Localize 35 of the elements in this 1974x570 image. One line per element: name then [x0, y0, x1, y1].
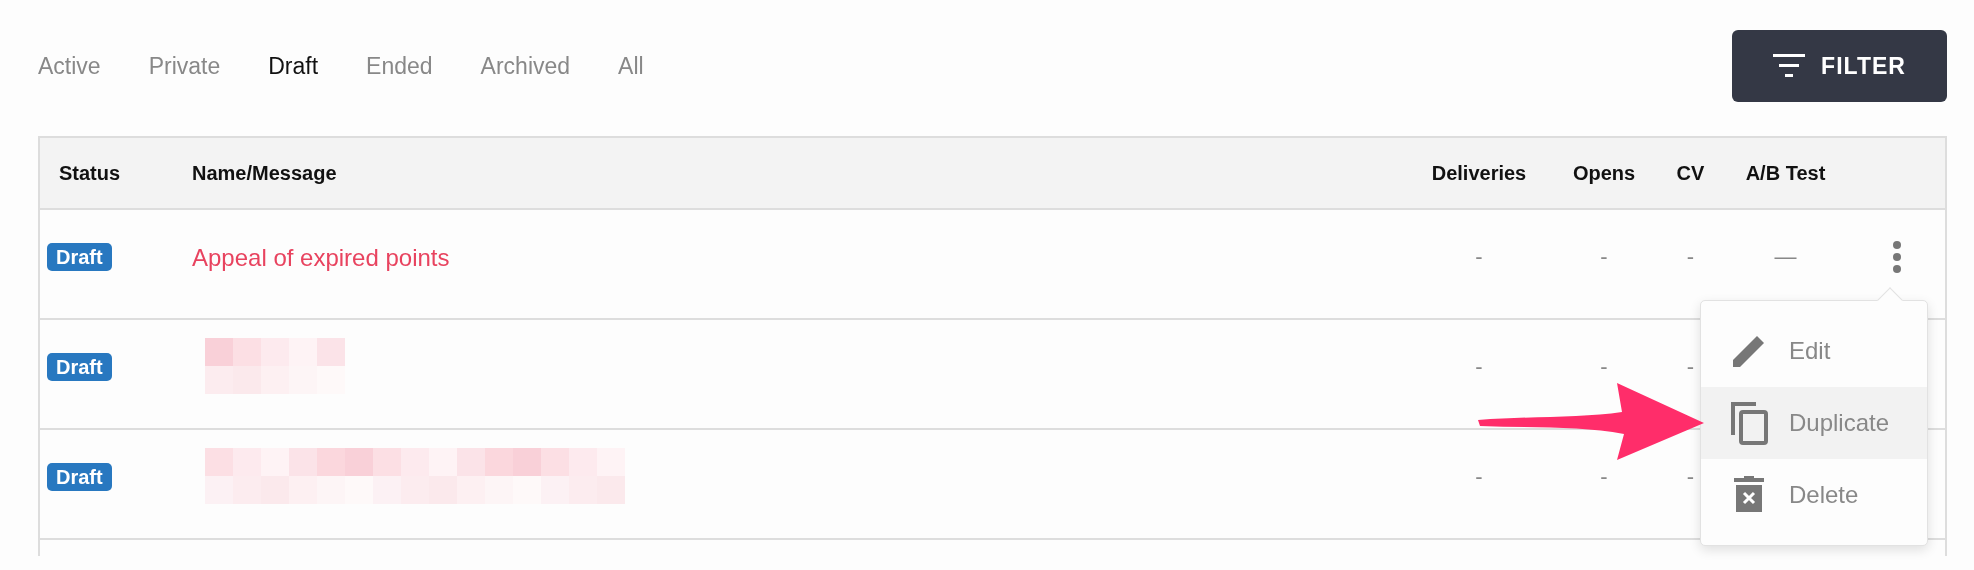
- menu-item[interactable]: Duplicate: [1701, 387, 1927, 459]
- filter-tab[interactable]: Archived: [480, 48, 571, 84]
- metric-value: -: [1475, 354, 1483, 379]
- campaign-name-link[interactable]: Appeal of expired points: [192, 244, 450, 271]
- filter-tab[interactable]: Ended: [366, 48, 433, 84]
- metric-value: —: [1774, 244, 1797, 269]
- metric-value: -: [1686, 464, 1695, 489]
- metric-value: -: [1475, 464, 1483, 489]
- metric-value: -: [1600, 354, 1608, 379]
- metric-value: -: [1686, 354, 1695, 379]
- copy-icon: [1730, 401, 1768, 445]
- filter-tab[interactable]: Private: [148, 48, 221, 84]
- column-header: A/B Test: [1745, 162, 1826, 184]
- filter-tab[interactable]: All: [618, 48, 644, 84]
- trash-icon: [1734, 476, 1764, 514]
- menu-item[interactable]: Edit: [1701, 315, 1927, 387]
- status-label: Draft: [47, 243, 112, 271]
- column-header: Opens: [1572, 162, 1636, 184]
- column-header: Name/Message: [192, 162, 337, 184]
- column-header: Deliveries: [1431, 162, 1527, 184]
- pencil-icon: [1731, 333, 1767, 369]
- status-label: Draft: [47, 463, 112, 491]
- menu-item[interactable]: Delete: [1701, 459, 1927, 531]
- metric-value: -: [1600, 244, 1608, 269]
- status-label: Draft: [47, 353, 112, 381]
- filter-tab[interactable]: Draft: [268, 48, 319, 84]
- more-options-icon[interactable]: [1891, 240, 1902, 274]
- filter-tab[interactable]: Active: [38, 48, 101, 84]
- metric-value: -: [1475, 244, 1483, 269]
- metric-value: -: [1686, 244, 1695, 269]
- column-header: CV: [1676, 162, 1705, 184]
- filter-icon: [1773, 54, 1806, 78]
- column-header: Status: [59, 162, 121, 184]
- filter-button[interactable]: FILTER: [1732, 30, 1947, 102]
- metric-value: -: [1600, 464, 1608, 489]
